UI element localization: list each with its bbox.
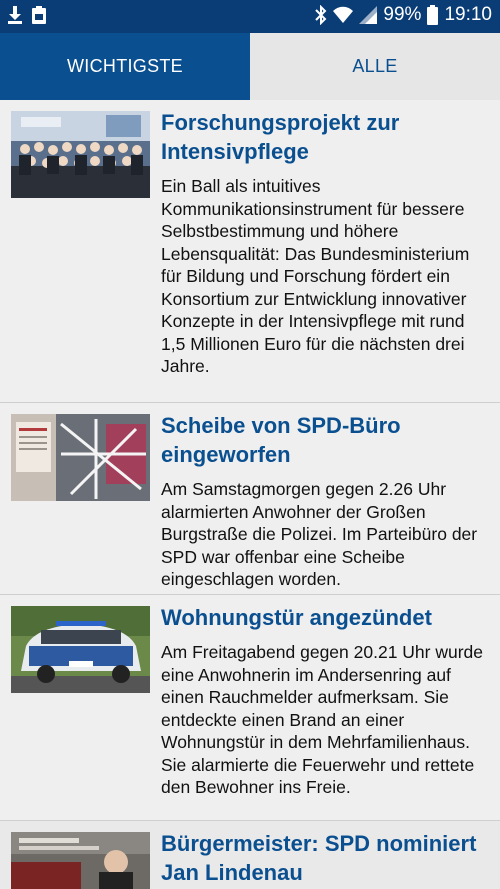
article-title: Scheibe von SPD-Büro eingeworfen xyxy=(161,413,401,467)
tab-wichtigste[interactable]: WICHTIGSTE xyxy=(0,33,250,100)
tab-alle[interactable]: ALLE xyxy=(250,33,500,100)
bluetooth-icon xyxy=(315,5,327,25)
article-teaser: Am Samstagmorgen gegen 2.26 Uhr alarmier… xyxy=(161,479,478,589)
article-thumbnail xyxy=(11,111,150,198)
article-thumbnail xyxy=(11,606,150,693)
wifi-icon xyxy=(333,6,354,24)
list-item[interactable]: Scheibe von SPD-Büro eingeworfen Am Sams… xyxy=(0,403,500,595)
article-thumbnail xyxy=(11,414,150,501)
download-icon xyxy=(8,6,22,24)
article-title: Forschungsprojekt zur Intensivpflege xyxy=(161,110,400,164)
battery-percent: 99% xyxy=(383,4,422,25)
list-item[interactable]: Forschungsprojekt zur Intensivpflege Ein… xyxy=(0,100,500,403)
tab-bar: WICHTIGSTE ALLE xyxy=(0,33,500,100)
status-bar: 99% 19:10 xyxy=(0,0,500,33)
list-item[interactable]: Wohnungstür angezündet Am Freitagabend g… xyxy=(0,595,500,821)
battery-icon xyxy=(427,5,439,25)
clock: 19:10 xyxy=(444,4,492,25)
clipboard-icon xyxy=(32,6,46,24)
list-item[interactable]: Bürgermeister: SPD nominiert Jan Lindena… xyxy=(0,821,500,889)
signal-icon xyxy=(359,6,378,24)
article-thumbnail xyxy=(11,832,150,889)
article-teaser: Ein Ball als intuitives Kommunikationsin… xyxy=(161,176,470,376)
article-teaser: Am Freitagabend gegen 20.21 Uhr wurde ei… xyxy=(161,642,484,797)
article-title: Wohnungstür angezündet xyxy=(161,605,432,630)
article-title: Bürgermeister: SPD nominiert Jan Lindena… xyxy=(161,831,477,885)
